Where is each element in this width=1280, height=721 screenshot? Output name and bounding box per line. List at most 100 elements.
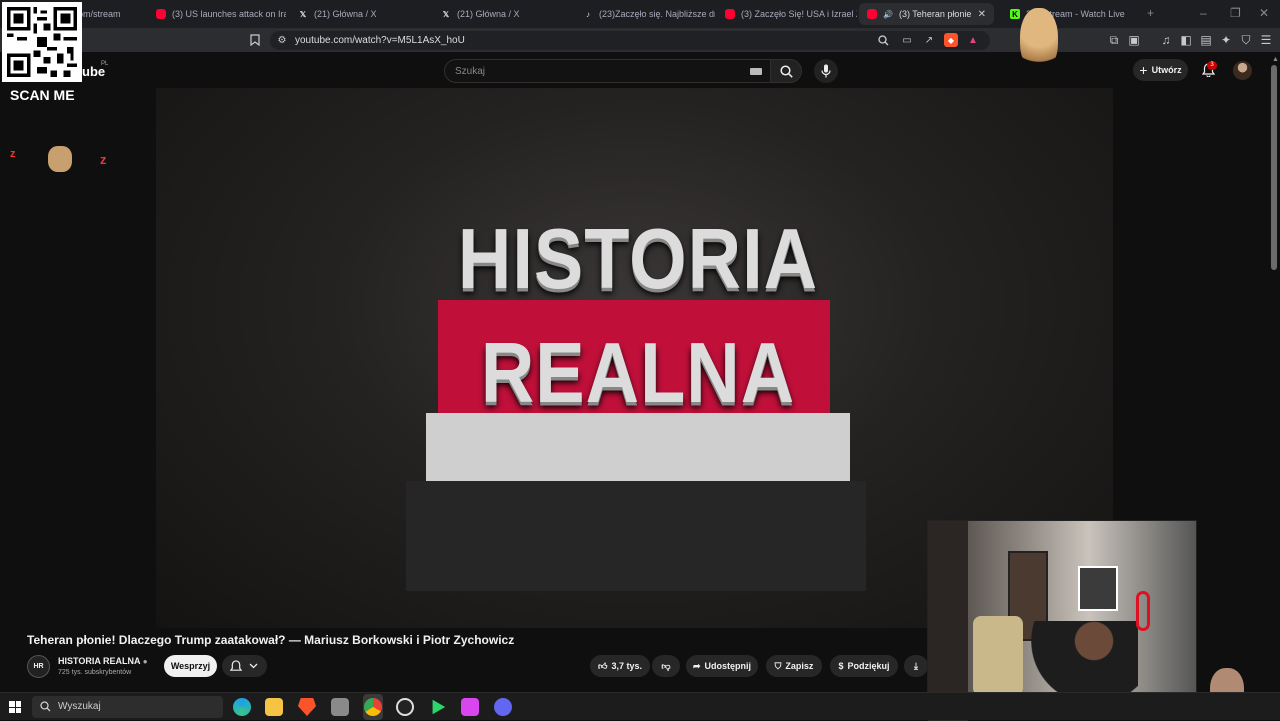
tab-teheran-active[interactable]: 🔊 (3) Teheran płonie! Dlac ✕ [859, 3, 994, 25]
chevron-down-icon [249, 663, 258, 669]
tab-label: om/stream [78, 9, 121, 19]
search-button[interactable] [770, 59, 802, 83]
thumbs-down-icon: 👎︎ [661, 660, 671, 671]
logo-base-shape [406, 481, 866, 591]
share-label: Udostępnij [704, 661, 752, 671]
close-tab-icon[interactable]: ✕ [978, 9, 986, 20]
tab-label: (21) Główna / X [457, 9, 520, 19]
channel-avatar[interactable]: HR [27, 655, 50, 678]
minimize-icon[interactable]: – [1200, 6, 1207, 20]
x-logo-icon: 𝕏 [299, 9, 307, 19]
tab-stream[interactable]: om/stream [70, 3, 150, 25]
qr-caption: SCAN ME [10, 87, 75, 103]
url-text: youtube.com/watch?v=M5L1AsX_hoU [295, 35, 465, 46]
restore-icon[interactable]: ❐ [1230, 6, 1241, 20]
country-code: PL [101, 61, 109, 67]
like-count: 3,7 tys. [611, 661, 642, 671]
close-window-icon[interactable]: ✕ [1259, 6, 1269, 20]
chrome-icon[interactable] [364, 698, 382, 716]
browser-toolbar: ⚙ youtube.com/watch?v=M5L1AsX_hoU ▭ ↗ ◆ … [0, 28, 1280, 52]
bookmark-icon[interactable] [248, 33, 262, 47]
search-placeholder: Szukaj [455, 66, 486, 77]
windows-start-icon[interactable] [9, 701, 21, 713]
tab-label: (3) Teheran płonie! Dlac [898, 9, 972, 19]
logo-white-band [426, 413, 850, 481]
tab-label: (23)Zaczęło się. Najbliższe dni [599, 9, 715, 19]
brave-shield-icon[interactable]: ◆ [944, 33, 958, 47]
hamster-overlay [1020, 8, 1058, 72]
app-purple-icon[interactable] [461, 698, 479, 716]
channel-name-text: HISTORIA REALNA [58, 656, 141, 666]
discord-icon[interactable] [494, 698, 512, 716]
subscription-bell-button[interactable] [222, 655, 267, 677]
menu-icon[interactable]: ☰ [1259, 33, 1273, 47]
app-icon[interactable] [331, 698, 349, 716]
cast-icon[interactable]: ▭ [900, 34, 914, 47]
tab-label: (3) Zaczęło Się! USA i Izrael Za [741, 9, 857, 19]
youtube-header: ube PL Szukaj + Utwórz 3 [0, 52, 1280, 88]
logo-word-historia: HISTORIA [457, 210, 819, 307]
wallet-2-icon[interactable]: ▤ [1199, 33, 1213, 47]
dislike-button[interactable]: 👎︎ [652, 655, 680, 677]
create-button[interactable]: + Utwórz [1133, 59, 1188, 81]
streamer-webcam [927, 520, 1197, 721]
zoom-icon[interactable] [876, 34, 890, 47]
thanks-label: Podziękuj [847, 661, 890, 671]
share-button[interactable]: ➦ Udostępnij [686, 655, 758, 677]
edge-icon[interactable] [233, 698, 251, 716]
user-avatar[interactable] [1233, 61, 1252, 80]
brave-icon[interactable] [298, 698, 316, 716]
save-label: Zapisz [785, 661, 814, 671]
media-player-icon[interactable] [432, 699, 446, 715]
tab-us-attack[interactable]: (3) US launches attack on Iran [148, 3, 286, 25]
site-settings-icon[interactable]: ⚙ [276, 34, 288, 46]
wall-poster [1078, 566, 1118, 611]
verified-icon: ● [142, 657, 148, 666]
tab-label: (3) US launches attack on Iran [172, 9, 286, 19]
keyboard-icon[interactable] [750, 68, 762, 75]
share-icon[interactable]: ↗ [922, 34, 936, 47]
qr-code [2, 2, 82, 82]
ai-sparkle-icon[interactable]: ✦ [1219, 33, 1233, 47]
obs-icon[interactable] [396, 698, 414, 716]
sidebar-icon[interactable]: ◧ [1179, 33, 1193, 47]
microphone-icon [821, 64, 831, 78]
download-button[interactable]: ⤓ [904, 655, 928, 677]
tab-x-1[interactable]: 𝕏 (21) Główna / X [290, 3, 430, 25]
tab-tiktok[interactable]: ♪ (23)Zaczęło się. Najbliższe dni [575, 3, 715, 25]
vpn-shield-icon[interactable]: ⛉ [1239, 33, 1253, 47]
page-scrollbar[interactable] [1271, 65, 1277, 270]
share-arrow-icon: ➦ [692, 660, 701, 671]
like-button[interactable]: 👍︎ 3,7 tys. [590, 655, 650, 677]
youtube-icon [725, 9, 735, 19]
wallet-icon[interactable]: ▣ [1127, 33, 1141, 47]
extensions-icon[interactable]: ⧉ [1107, 33, 1121, 47]
notification-badge: 3 [1207, 61, 1217, 70]
brave-rewards-icon[interactable]: ▲ [966, 33, 980, 47]
search-icon [780, 65, 793, 78]
search-input[interactable]: Szukaj [444, 59, 770, 83]
save-icon: ⛉ [774, 660, 782, 671]
taskbar-search[interactable]: Wyszukaj [32, 696, 223, 718]
save-button[interactable]: ⛉ Zapisz [766, 655, 822, 677]
thumbs-up-icon: 👍︎ [598, 660, 608, 671]
tab-zaczelo-sie[interactable]: (3) Zaczęło Się! USA i Izrael Za [717, 3, 857, 25]
music-icon[interactable]: ♫ [1159, 33, 1173, 47]
address-bar[interactable]: ⚙ youtube.com/watch?v=M5L1AsX_hoU ▭ ↗ ◆ … [270, 31, 990, 50]
speaker-icon: 🔊 [883, 9, 893, 19]
tab-label: (21) Główna / X [314, 9, 377, 19]
new-tab-icon[interactable]: + [1147, 6, 1154, 20]
scroll-up-icon[interactable]: ▲ [1272, 56, 1279, 63]
tab-x-2[interactable]: 𝕏 (21) Główna / X [433, 3, 573, 25]
thanks-button[interactable]: $ Podziękuj [830, 655, 898, 677]
thanks-icon: $ [838, 661, 844, 671]
join-button[interactable]: Wesprzyj [164, 655, 217, 677]
file-explorer-icon[interactable] [265, 698, 283, 716]
channel-name[interactable]: HISTORIA REALNA ● [58, 656, 148, 666]
voice-search-button[interactable] [814, 59, 838, 83]
chair [973, 616, 1023, 696]
youtube-icon [156, 9, 166, 19]
create-label: Utwórz [1151, 65, 1182, 75]
windows-taskbar: Wyszukaj [0, 692, 1280, 720]
headphones [1136, 591, 1150, 631]
